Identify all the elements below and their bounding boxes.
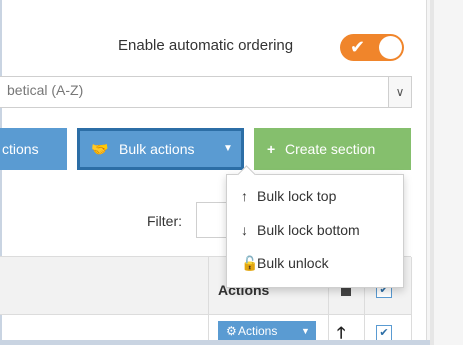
arrow-down-icon: ↓ bbox=[241, 222, 248, 238]
frame-border-bottom bbox=[0, 340, 430, 345]
bulk-actions-label: Bulk actions bbox=[119, 141, 195, 157]
bulk-actions-button[interactable]: 🤝 Bulk actions ▼ bbox=[77, 128, 244, 170]
caret-down-icon: ▼ bbox=[223, 143, 233, 154]
row-actions-label: Actions bbox=[238, 324, 278, 338]
chevron-down-icon[interactable]: ∨ bbox=[388, 77, 411, 107]
arrow-up-icon: ↑ bbox=[241, 188, 248, 204]
sort-order-select[interactable]: betical (A-Z) ∨ bbox=[0, 76, 412, 108]
scrollbar-shade bbox=[430, 0, 434, 345]
menu-item-bulk-lock-top[interactable]: ↑ Bulk lock top bbox=[241, 188, 336, 204]
users-icon: 🤝 bbox=[91, 141, 109, 157]
gear-icon: ⚙ bbox=[226, 324, 237, 338]
automatic-ordering-label: Enable automatic ordering bbox=[118, 37, 294, 54]
filter-label: Filter: bbox=[147, 213, 182, 229]
menu-item-bulk-lock-bottom[interactable]: ↓ Bulk lock bottom bbox=[241, 222, 360, 238]
menu-item-bulk-unlock[interactable]: 🔓Bulk unlock bbox=[241, 255, 329, 272]
create-section-button[interactable]: + Create section bbox=[254, 128, 411, 170]
row-checkbox[interactable]: ✔ bbox=[376, 325, 392, 341]
row-divider bbox=[0, 314, 411, 315]
create-section-label: Create section bbox=[285, 141, 376, 157]
caret-down-icon: ▼ bbox=[301, 326, 310, 336]
column-divider bbox=[411, 257, 412, 345]
column-divider bbox=[208, 257, 209, 345]
sort-order-value: betical (A-Z) bbox=[7, 82, 84, 98]
check-icon: ✔ bbox=[350, 37, 366, 57]
toggle-knob bbox=[379, 36, 402, 59]
unlock-icon: 🔓 bbox=[241, 255, 259, 271]
menu-item-label: Bulk lock top bbox=[257, 188, 337, 204]
actions-button-label: ctions bbox=[2, 141, 39, 157]
actions-button[interactable]: ctions bbox=[0, 128, 67, 170]
menu-item-label: Bulk unlock bbox=[257, 255, 329, 271]
automatic-ordering-toggle[interactable]: ✔ bbox=[340, 34, 404, 61]
row-actions-button[interactable]: ⚙ Actions ▼ bbox=[218, 321, 316, 342]
menu-item-label: Bulk lock bottom bbox=[257, 222, 360, 238]
plus-icon: + bbox=[267, 141, 276, 157]
bulk-actions-menu: ↑ Bulk lock top ↓ Bulk lock bottom 🔓Bulk u… bbox=[226, 165, 404, 288]
